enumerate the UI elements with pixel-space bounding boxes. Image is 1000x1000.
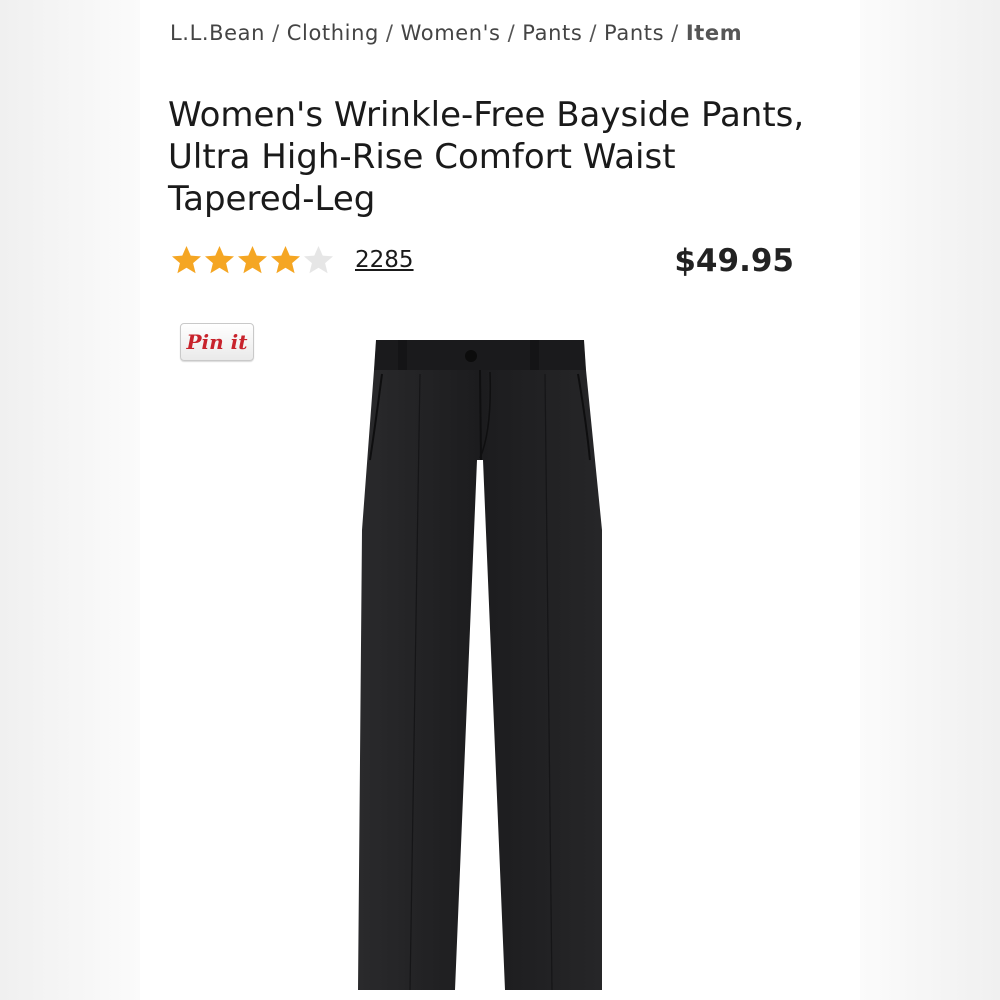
review-count-link[interactable]: 2285 [355,247,414,273]
breadcrumb-item-pants-sub[interactable]: Pants [604,21,664,45]
pin-it-button[interactable]: Pin it [180,323,254,361]
breadcrumb: L.L.Bean / Clothing / Women's / Pants / Pants / It… [170,21,742,45]
breadcrumb-separator: / [507,21,516,45]
star-filled-icon [205,245,234,273]
breadcrumb-separator: / [272,21,280,45]
breadcrumb-item-clothing[interactable]: Clothing [287,21,379,45]
star-filled-icon [271,245,300,273]
product-page: L.L.Bean / Clothing / Women's / Pants / Pants / It… [140,0,860,1000]
star-filled-icon [172,245,201,273]
pants-body [358,370,602,990]
belt-loop [530,340,539,372]
breadcrumb-separator: / [385,21,394,45]
fly-seam [479,369,482,461]
breadcrumb-separator: / [671,21,679,45]
breadcrumb-item-womens[interactable]: Women's [401,21,501,45]
belt-loop [398,340,407,372]
product-price: $49.95 [674,243,794,279]
black-pants-image [358,340,602,991]
star-filled-icon [238,245,267,273]
breadcrumb-current: Item [685,21,743,45]
star-empty-icon [304,245,333,273]
pants-button [465,350,477,362]
breadcrumb-item-pants[interactable]: Pants [522,21,582,45]
product-title: Women's Wrinkle-Free Bayside Pants, Ultr… [168,95,805,219]
rating-row: 2285 [170,240,414,280]
breadcrumb-separator: / [589,21,598,45]
star-rating [170,244,335,277]
breadcrumb-item-llbean[interactable]: L.L.Bean [170,21,265,45]
